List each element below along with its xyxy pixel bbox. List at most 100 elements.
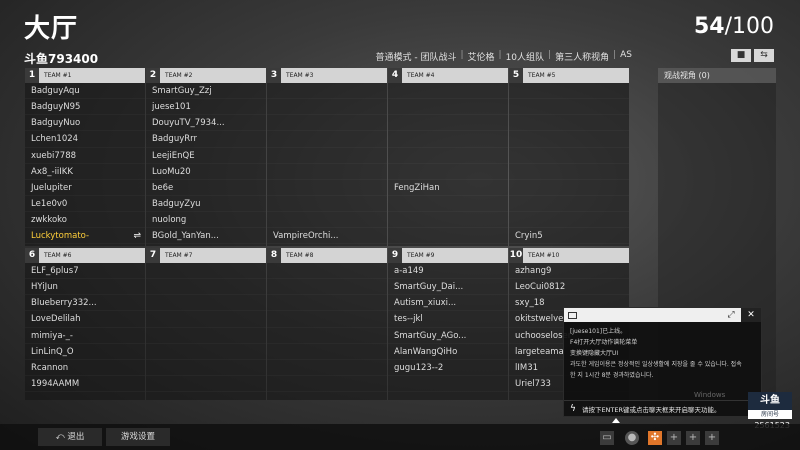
- party-icon[interactable]: ✣: [648, 431, 662, 445]
- player-slot[interactable]: BadguyNuo: [25, 115, 145, 131]
- player-slot[interactable]: [388, 164, 508, 180]
- player-slot[interactable]: [267, 311, 387, 327]
- profile-icon[interactable]: ●: [625, 431, 639, 445]
- player-slot[interactable]: juese101: [146, 99, 266, 115]
- player-slot[interactable]: azhang9: [509, 263, 629, 279]
- player-slot[interactable]: AlanWangQiHo: [388, 344, 508, 360]
- player-slot[interactable]: BadguyN95: [25, 99, 145, 115]
- player-slot[interactable]: be6e: [146, 180, 266, 196]
- team-header[interactable]: 6 TEAM #6: [25, 248, 145, 263]
- player-slot[interactable]: LeejiEnQE: [146, 148, 266, 164]
- team-header[interactable]: 10 TEAM #10: [509, 248, 629, 263]
- chat-toggle-icon[interactable]: ▭: [600, 431, 614, 445]
- player-slot[interactable]: BadguyAqu: [25, 83, 145, 99]
- player-slot[interactable]: SmartGuy_AGo...: [388, 328, 508, 344]
- player-slot[interactable]: Lchen1024: [25, 131, 145, 147]
- expand-icon[interactable]: ⤢: [721, 310, 741, 320]
- player-slot[interactable]: Autism_xiuxi...: [388, 295, 508, 311]
- player-slot[interactable]: [267, 83, 387, 99]
- add-party-slot-icon[interactable]: +: [667, 431, 681, 445]
- team-header[interactable]: 7 TEAM #7: [146, 248, 266, 263]
- team-header[interactable]: 2 TEAM #2: [146, 68, 266, 83]
- player-slot[interactable]: a-a149: [388, 263, 508, 279]
- player-slot[interactable]: [509, 180, 629, 196]
- player-slot[interactable]: DouyuTV_7934...: [146, 115, 266, 131]
- player-slot[interactable]: [509, 164, 629, 180]
- player-slot[interactable]: [509, 148, 629, 164]
- player-slot[interactable]: [146, 263, 266, 279]
- player-slot[interactable]: BadguyRrr: [146, 131, 266, 147]
- player-slot[interactable]: [146, 376, 266, 392]
- player-slot[interactable]: Ax8_-iiIKK: [25, 164, 145, 180]
- player-slot[interactable]: ELF_6plus7: [25, 263, 145, 279]
- player-slot[interactable]: mimiya-_-: [25, 328, 145, 344]
- player-slot[interactable]: LeoCui0812: [509, 279, 629, 295]
- player-slot[interactable]: Le1e0v0: [25, 196, 145, 212]
- player-slot[interactable]: [267, 180, 387, 196]
- player-slot[interactable]: BGold_YanYan...: [146, 228, 266, 244]
- player-slot[interactable]: LuoMu20: [146, 164, 266, 180]
- player-slot[interactable]: [267, 344, 387, 360]
- player-slot[interactable]: [388, 148, 508, 164]
- exit-button[interactable]: ⤺ 退出: [38, 428, 102, 446]
- player-slot[interactable]: [267, 328, 387, 344]
- team-header[interactable]: 3 TEAM #3: [267, 68, 387, 83]
- player-slot[interactable]: VampireOrchi...: [267, 228, 387, 244]
- player-slot[interactable]: [388, 99, 508, 115]
- player-slot[interactable]: xuebi7788: [25, 148, 145, 164]
- player-slot[interactable]: [509, 212, 629, 228]
- player-slot[interactable]: [267, 295, 387, 311]
- player-slot[interactable]: nuolong: [146, 212, 266, 228]
- team-header[interactable]: 4 TEAM #4: [388, 68, 508, 83]
- swap-icon[interactable]: ⇆: [754, 49, 774, 62]
- player-slot[interactable]: gugu123--2: [388, 360, 508, 376]
- team-header[interactable]: 5 TEAM #5: [509, 68, 629, 83]
- player-slot[interactable]: BadguyZyu: [146, 196, 266, 212]
- team-header[interactable]: 8 TEAM #8: [267, 248, 387, 263]
- player-slot[interactable]: [146, 360, 266, 376]
- player-slot[interactable]: [267, 148, 387, 164]
- player-slot[interactable]: [388, 83, 508, 99]
- player-slot[interactable]: [388, 115, 508, 131]
- player-slot[interactable]: Luckytomato- ⇌: [25, 228, 145, 244]
- close-icon[interactable]: ✕: [741, 308, 761, 322]
- lock-icon[interactable]: ■: [731, 49, 751, 62]
- player-slot[interactable]: [509, 83, 629, 99]
- player-slot[interactable]: [267, 115, 387, 131]
- player-slot[interactable]: [146, 279, 266, 295]
- player-slot[interactable]: HYiJun: [25, 279, 145, 295]
- player-slot[interactable]: [267, 360, 387, 376]
- player-slot[interactable]: Cryin5: [509, 228, 629, 244]
- spectator-header[interactable]: 观战视角 (0): [658, 68, 776, 83]
- player-slot[interactable]: [267, 164, 387, 180]
- player-slot[interactable]: [388, 131, 508, 147]
- add-party-slot-icon[interactable]: +: [705, 431, 719, 445]
- player-slot[interactable]: Rcannon: [25, 360, 145, 376]
- player-slot[interactable]: LoveDelilah: [25, 311, 145, 327]
- add-party-slot-icon[interactable]: +: [686, 431, 700, 445]
- player-slot[interactable]: LinLinQ_O: [25, 344, 145, 360]
- player-slot[interactable]: [267, 131, 387, 147]
- player-slot[interactable]: [509, 196, 629, 212]
- team-header[interactable]: 1 TEAM #1: [25, 68, 145, 83]
- player-slot[interactable]: [267, 196, 387, 212]
- player-slot[interactable]: Blueberry332...: [25, 295, 145, 311]
- player-slot[interactable]: [146, 328, 266, 344]
- swap-icon[interactable]: ⇌: [133, 228, 141, 243]
- player-slot[interactable]: [388, 376, 508, 392]
- player-slot[interactable]: [267, 376, 387, 392]
- player-slot[interactable]: [267, 279, 387, 295]
- player-slot[interactable]: SmartGuy_Dai...: [388, 279, 508, 295]
- game-settings-button[interactable]: 游戏设置: [106, 428, 170, 446]
- player-slot[interactable]: [388, 228, 508, 244]
- player-slot[interactable]: [509, 99, 629, 115]
- player-slot[interactable]: [267, 99, 387, 115]
- player-slot[interactable]: [388, 196, 508, 212]
- player-slot[interactable]: [267, 212, 387, 228]
- player-slot[interactable]: SmartGuy_Zzj: [146, 83, 266, 99]
- player-slot[interactable]: [146, 311, 266, 327]
- player-slot[interactable]: zwkkoko: [25, 212, 145, 228]
- player-slot[interactable]: [509, 131, 629, 147]
- player-slot[interactable]: Juelupiter: [25, 180, 145, 196]
- player-slot[interactable]: 1994AAMM: [25, 376, 145, 392]
